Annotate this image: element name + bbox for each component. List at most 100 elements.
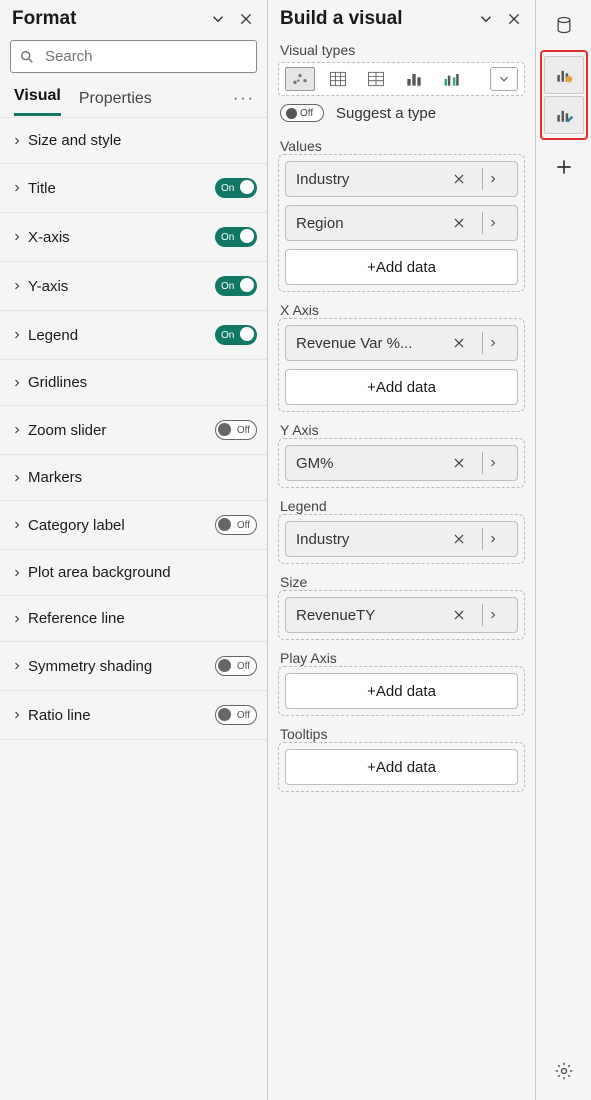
field-pill[interactable]: Industry <box>285 521 518 557</box>
chevron-right-icon <box>10 134 24 148</box>
format-card[interactable]: Plot area background <box>0 550 267 596</box>
visual-type-clustered-column-icon[interactable] <box>437 67 467 91</box>
settings-gear-icon[interactable] <box>544 1052 584 1090</box>
format-header: Format <box>0 0 267 34</box>
field-pill[interactable]: Region <box>285 205 518 241</box>
toggle-off[interactable]: Off <box>215 705 257 725</box>
format-card[interactable]: Zoom sliderOff <box>0 406 267 455</box>
search-icon <box>19 49 35 65</box>
collapse-chevron-icon[interactable] <box>209 10 227 28</box>
visual-type-matrix-icon[interactable] <box>361 67 391 91</box>
format-visual-pane-icon[interactable] <box>544 96 584 134</box>
well-label: Y Axis <box>280 422 535 438</box>
format-card[interactable]: Title On <box>0 164 267 213</box>
search-box[interactable] <box>10 40 257 73</box>
format-card[interactable]: Legend On <box>0 311 267 360</box>
toggle-on[interactable]: On <box>215 325 257 345</box>
toggle-off[interactable]: Off <box>215 420 257 440</box>
field-name: Revenue Var %... <box>296 335 452 352</box>
divider <box>482 332 483 354</box>
field-well[interactable]: Industry <box>278 514 525 564</box>
card-label: Gridlines <box>28 374 87 391</box>
remove-field-icon[interactable] <box>452 216 478 230</box>
field-menu-chevron-icon[interactable] <box>487 217 511 229</box>
field-pill[interactable]: RevenueTY <box>285 597 518 633</box>
remove-field-icon[interactable] <box>452 608 478 622</box>
card-label: Title <box>28 180 56 197</box>
chevron-right-icon <box>10 659 24 673</box>
field-menu-chevron-icon[interactable] <box>487 173 511 185</box>
card-label: Plot area background <box>28 564 171 581</box>
visual-types-expand-button[interactable] <box>490 67 518 91</box>
field-well[interactable]: +Add data <box>278 666 525 716</box>
field-well[interactable]: Industry Region +Add data <box>278 154 525 292</box>
card-label: Ratio line <box>28 707 91 724</box>
remove-field-icon[interactable] <box>452 532 478 546</box>
collapse-chevron-icon[interactable] <box>477 10 495 28</box>
format-card[interactable]: Size and style <box>0 118 267 164</box>
tab-properties[interactable]: Properties <box>79 90 152 116</box>
format-card[interactable]: X-axisOn <box>0 213 267 262</box>
field-wells: ValuesIndustryRegion+Add dataX AxisReven… <box>268 128 535 802</box>
card-label: Markers <box>28 469 82 486</box>
format-card[interactable]: Reference line <box>0 596 267 642</box>
format-tabs: Visual Properties ··· <box>0 81 267 117</box>
toggle-on[interactable]: On <box>215 276 257 296</box>
field-well[interactable]: GM% <box>278 438 525 488</box>
field-menu-chevron-icon[interactable] <box>487 337 511 349</box>
remove-field-icon[interactable] <box>452 456 478 470</box>
more-options-icon[interactable]: ··· <box>233 90 255 116</box>
toggle-on[interactable]: On <box>215 227 257 247</box>
add-data-button[interactable]: +Add data <box>285 673 518 709</box>
suggest-toggle[interactable]: Off <box>280 104 324 122</box>
field-pill[interactable]: Revenue Var %... <box>285 325 518 361</box>
toggle-on[interactable]: On <box>215 178 257 198</box>
remove-field-icon[interactable] <box>452 172 478 186</box>
visual-type-scatter-icon[interactable] <box>285 67 315 91</box>
field-pill[interactable]: GM% <box>285 445 518 481</box>
field-menu-chevron-icon[interactable] <box>487 609 511 621</box>
field-name: GM% <box>296 455 452 472</box>
format-card[interactable]: Gridlines <box>0 360 267 406</box>
tab-visual[interactable]: Visual <box>14 87 61 116</box>
field-well[interactable]: Revenue Var %... +Add data <box>278 318 525 412</box>
field-name: Industry <box>296 171 452 188</box>
visual-type-table-icon[interactable] <box>323 67 353 91</box>
field-name: RevenueTY <box>296 607 452 624</box>
remove-field-icon[interactable] <box>452 336 478 350</box>
format-card[interactable]: Symmetry shadingOff <box>0 642 267 691</box>
format-card[interactable]: Markers <box>0 455 267 501</box>
format-card[interactable]: Ratio line Off <box>0 691 267 740</box>
well-label: Size <box>280 574 535 590</box>
add-data-button[interactable]: +Add data <box>285 369 518 405</box>
field-menu-chevron-icon[interactable] <box>487 533 511 545</box>
field-well[interactable]: RevenueTY <box>278 590 525 640</box>
add-pane-icon[interactable] <box>544 148 584 186</box>
close-icon[interactable] <box>237 10 255 28</box>
build-header: Build a visual <box>268 0 535 34</box>
card-label: Size and style <box>28 132 121 149</box>
field-pill[interactable]: Industry <box>285 161 518 197</box>
toggle-off[interactable]: Off <box>215 656 257 676</box>
card-label: Reference line <box>28 610 125 627</box>
suggest-toggle-label: Off <box>300 108 313 119</box>
build-pane: Build a visual Visual types <box>268 0 536 1100</box>
well-label: Play Axis <box>280 650 535 666</box>
data-pane-icon[interactable] <box>544 6 584 44</box>
build-visual-pane-icon[interactable] <box>544 56 584 94</box>
close-icon[interactable] <box>505 10 523 28</box>
chevron-right-icon <box>10 423 24 437</box>
chevron-right-icon <box>10 328 24 342</box>
chevron-right-icon <box>10 518 24 532</box>
suggest-row: Off Suggest a type <box>268 96 535 128</box>
add-data-button[interactable]: +Add data <box>285 749 518 785</box>
toggle-off[interactable]: Off <box>215 515 257 535</box>
format-card[interactable]: Category labelOff <box>0 501 267 550</box>
add-data-button[interactable]: +Add data <box>285 249 518 285</box>
card-label: Legend <box>28 327 78 344</box>
field-well[interactable]: +Add data <box>278 742 525 792</box>
field-menu-chevron-icon[interactable] <box>487 457 511 469</box>
format-card[interactable]: Y-axisOn <box>0 262 267 311</box>
search-input[interactable] <box>43 47 248 66</box>
visual-type-column-chart-icon[interactable] <box>399 67 429 91</box>
